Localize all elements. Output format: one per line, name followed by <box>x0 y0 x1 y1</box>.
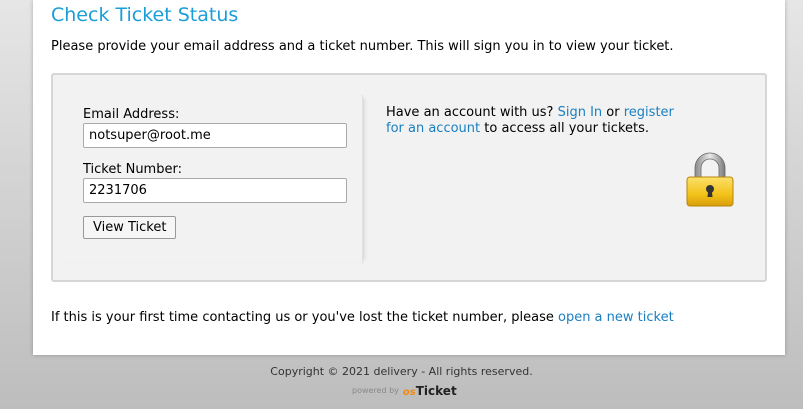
open-new-ticket-link[interactable]: open a new ticket <box>558 310 674 325</box>
intro-text: Please provide your email address and a … <box>51 39 674 54</box>
osticket-logo[interactable]: osTicket <box>403 384 457 398</box>
ticket-number-label: Ticket Number: <box>83 162 182 177</box>
account-prefix: Have an account with us? <box>386 105 554 120</box>
account-prompt: Have an account with us? Sign In or regi… <box>386 105 686 137</box>
or-text: or <box>606 105 620 120</box>
email-field[interactable] <box>83 123 347 148</box>
copyright: Copyright © 2021 delivery - All rights r… <box>270 365 533 378</box>
powered-by: powered by osTicket <box>352 378 457 398</box>
ticket-form: Email Address: Ticket Number: View Ticke… <box>53 95 363 263</box>
new-ticket-prompt: If this is your first time contacting us… <box>51 310 674 325</box>
email-label: Email Address: <box>83 107 180 122</box>
sign-in-link[interactable]: Sign In <box>558 105 603 120</box>
page-title: Check Ticket Status <box>51 4 239 26</box>
osticket-logo-name: Ticket <box>415 384 457 398</box>
main-container: Check Ticket Status Please provide your … <box>33 0 785 355</box>
account-suffix: to access all your tickets. <box>484 121 650 136</box>
new-ticket-text: If this is your first time contacting us… <box>51 310 554 325</box>
lock-icon <box>686 152 734 207</box>
ticket-number-field[interactable] <box>83 178 347 203</box>
login-panel: Email Address: Ticket Number: View Ticke… <box>51 73 767 282</box>
powered-by-label: powered by <box>352 386 399 395</box>
view-ticket-button[interactable]: View Ticket <box>83 216 177 239</box>
osticket-logo-prefix: os <box>402 387 416 398</box>
